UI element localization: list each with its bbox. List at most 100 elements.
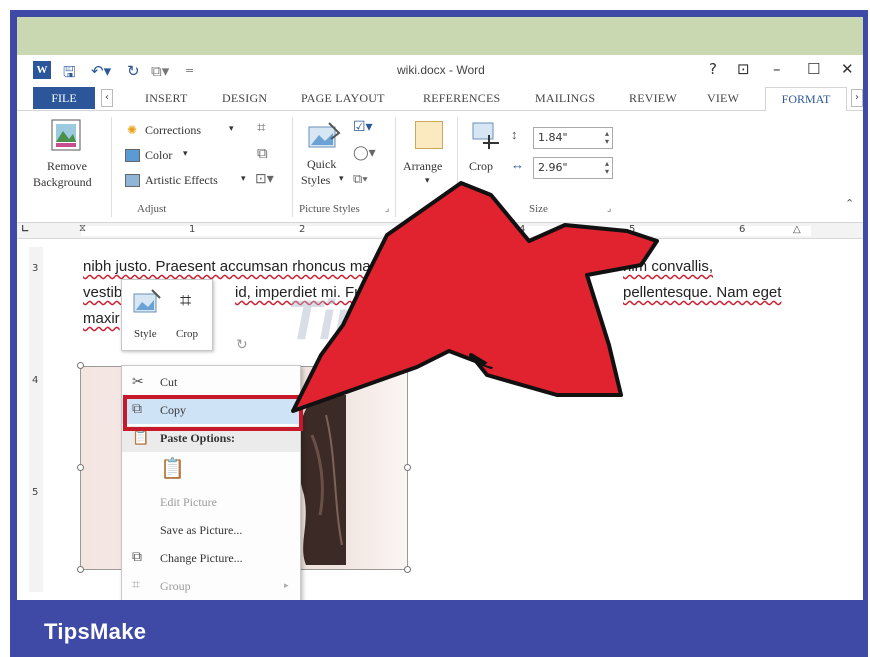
- shape-height-input[interactable]: 1.84" ▴ ▾: [533, 127, 613, 149]
- corrections-button[interactable]: Corrections: [145, 123, 201, 138]
- mini-style-label[interactable]: Style: [134, 328, 157, 340]
- mini-crop-label[interactable]: Crop: [176, 328, 198, 340]
- text-line-2-end: pellentesque. Nam eget: [623, 284, 782, 301]
- ribbon-separator: [292, 117, 293, 217]
- vruler-number: 5: [32, 487, 39, 498]
- text-line-2-start: vestib: [83, 284, 123, 301]
- shape-width-icon: ↔: [511, 157, 524, 172]
- footer-brand: TipsMake: [44, 619, 147, 644]
- menu-item-change-picture[interactable]: ⧉ Change Picture...: [122, 546, 300, 572]
- resize-handle[interactable]: [404, 464, 411, 471]
- vertical-ruler: 3 4 5: [29, 247, 43, 592]
- change-picture-menu-icon: ⧉: [132, 550, 142, 565]
- artistic-effects-icon: [125, 174, 140, 187]
- tabs-scroll-right-button[interactable]: ›: [851, 89, 863, 107]
- resize-handle[interactable]: [77, 362, 84, 369]
- resize-handle[interactable]: [404, 566, 411, 573]
- artistic-effects-button[interactable]: Artistic Effects: [145, 173, 218, 188]
- crop-button[interactable]: Crop: [469, 159, 493, 174]
- picture-effects-icon[interactable]: ◯▾: [353, 145, 376, 162]
- arrange-dropdown-icon: ▾: [425, 175, 430, 185]
- arrange-button[interactable]: Arrange: [403, 159, 442, 174]
- shape-width-input[interactable]: 2.96" ▴ ▾: [533, 157, 613, 179]
- paste-icon: 📋: [132, 431, 150, 446]
- tab-selector-icon[interactable]: ∟: [21, 224, 29, 235]
- tab-page-layout[interactable]: PAGE LAYOUT: [301, 91, 385, 106]
- window-title: wiki.docx - Word: [397, 63, 485, 77]
- tab-references[interactable]: REFERENCES: [423, 91, 500, 106]
- tab-view[interactable]: VIEW: [707, 91, 739, 106]
- watermark: TipsMake: [287, 288, 534, 351]
- ribbon-tabs: FILE ‹ INSERT DESIGN PAGE LAYOUT REFEREN…: [17, 85, 863, 112]
- width-spinner-icon[interactable]: ▴ ▾: [605, 160, 609, 176]
- help-button[interactable]: ?: [709, 60, 717, 78]
- height-spinner-icon[interactable]: ▴ ▾: [605, 130, 609, 146]
- right-indent-marker-icon[interactable]: △: [793, 224, 801, 235]
- size-launcher-icon[interactable]: ⌟: [607, 203, 611, 214]
- tab-review[interactable]: REVIEW: [629, 91, 677, 106]
- paste-option-button[interactable]: 📋: [122, 452, 300, 486]
- touch-mode-icon[interactable]: ⧉▾: [151, 62, 169, 80]
- text-line-1-end: nim convallis,: [623, 258, 714, 275]
- shape-width-value: 2.96": [538, 161, 568, 174]
- cut-icon: ✂: [132, 375, 144, 390]
- picture-layout-icon[interactable]: ⧉▾: [353, 171, 368, 187]
- compress-pictures-icon[interactable]: ⌗: [257, 119, 265, 137]
- undo-icon[interactable]: ↶▾: [91, 62, 111, 80]
- remove-background-label-1[interactable]: Remove: [47, 159, 87, 174]
- word-window: W 🖫 ↶▾ ↻ ⧉▾ = wiki.docx - Word ? ⊡ – ☐ ✕…: [17, 55, 863, 600]
- crop-mini-icon[interactable]: ⌗: [180, 288, 191, 312]
- arrange-icon[interactable]: [415, 121, 443, 149]
- menu-item-label: Group: [160, 579, 191, 593]
- tab-format[interactable]: FORMAT: [765, 87, 847, 112]
- customize-qat-icon[interactable]: =: [185, 64, 194, 77]
- color-button[interactable]: Color: [145, 148, 172, 163]
- ribbon-display-button[interactable]: ⊡: [737, 60, 750, 78]
- color-icon: [125, 149, 140, 162]
- adjust-group-label: Adjust: [137, 203, 167, 215]
- resize-handle[interactable]: [77, 464, 84, 471]
- rotate-handle-icon[interactable]: ↻: [236, 337, 248, 353]
- remove-background-label-2[interactable]: Background: [33, 175, 92, 190]
- ruler-number: 6: [739, 224, 746, 235]
- save-icon[interactable]: 🖫: [63, 62, 76, 87]
- vruler-number: 4: [32, 375, 39, 386]
- close-button[interactable]: ✕: [841, 60, 854, 78]
- change-picture-icon[interactable]: ⧉: [257, 145, 268, 163]
- style-icon[interactable]: [132, 288, 162, 322]
- artistic-effects-dropdown-icon: ▾: [241, 173, 246, 183]
- top-band: [17, 17, 863, 55]
- collapse-ribbon-icon[interactable]: ⌃: [845, 197, 854, 210]
- quick-styles-label-1[interactable]: Quick: [307, 157, 336, 172]
- tab-insert[interactable]: INSERT: [145, 91, 187, 106]
- crop-icon[interactable]: [471, 121, 501, 155]
- minimize-button[interactable]: –: [773, 60, 781, 78]
- redo-icon[interactable]: ↻: [127, 62, 140, 80]
- picture-styles-launcher-icon[interactable]: ⌟: [385, 203, 389, 214]
- shape-height-icon: ↕: [511, 127, 518, 142]
- tab-design[interactable]: DESIGN: [222, 91, 267, 106]
- ribbon-separator: [395, 117, 396, 217]
- ruler-number: 5: [629, 224, 636, 235]
- tabs-scroll-left-button[interactable]: ‹: [101, 89, 113, 107]
- menu-item-label: Edit Picture: [160, 495, 217, 509]
- tab-mailings[interactable]: MAILINGS: [535, 91, 595, 106]
- remove-background-icon[interactable]: [51, 119, 81, 155]
- ruler-number: 2: [299, 224, 306, 235]
- reset-picture-icon[interactable]: ⊡▾: [255, 171, 274, 188]
- menu-item-cut[interactable]: ✂ Cut: [122, 370, 300, 396]
- menu-item-edit-picture: Edit Picture: [122, 490, 300, 516]
- corrections-dropdown-icon: ▾: [229, 123, 234, 133]
- resize-handle[interactable]: [77, 566, 84, 573]
- maximize-button[interactable]: ☐: [807, 60, 820, 78]
- indent-marker-icon[interactable]: ⧖: [79, 223, 86, 234]
- copy-highlight-box: [123, 395, 303, 431]
- menu-item-save-as-picture[interactable]: Save as Picture...: [122, 518, 300, 544]
- quick-styles-icon[interactable]: [307, 121, 341, 155]
- resize-handle[interactable]: [404, 362, 411, 369]
- tab-file[interactable]: FILE: [33, 87, 95, 109]
- mini-toolbar: ⌗ Style Crop: [121, 279, 213, 351]
- quick-styles-label-2[interactable]: Styles: [301, 173, 330, 188]
- picture-border-icon[interactable]: ☑▾: [353, 119, 373, 136]
- ruler-number: 1: [189, 224, 196, 235]
